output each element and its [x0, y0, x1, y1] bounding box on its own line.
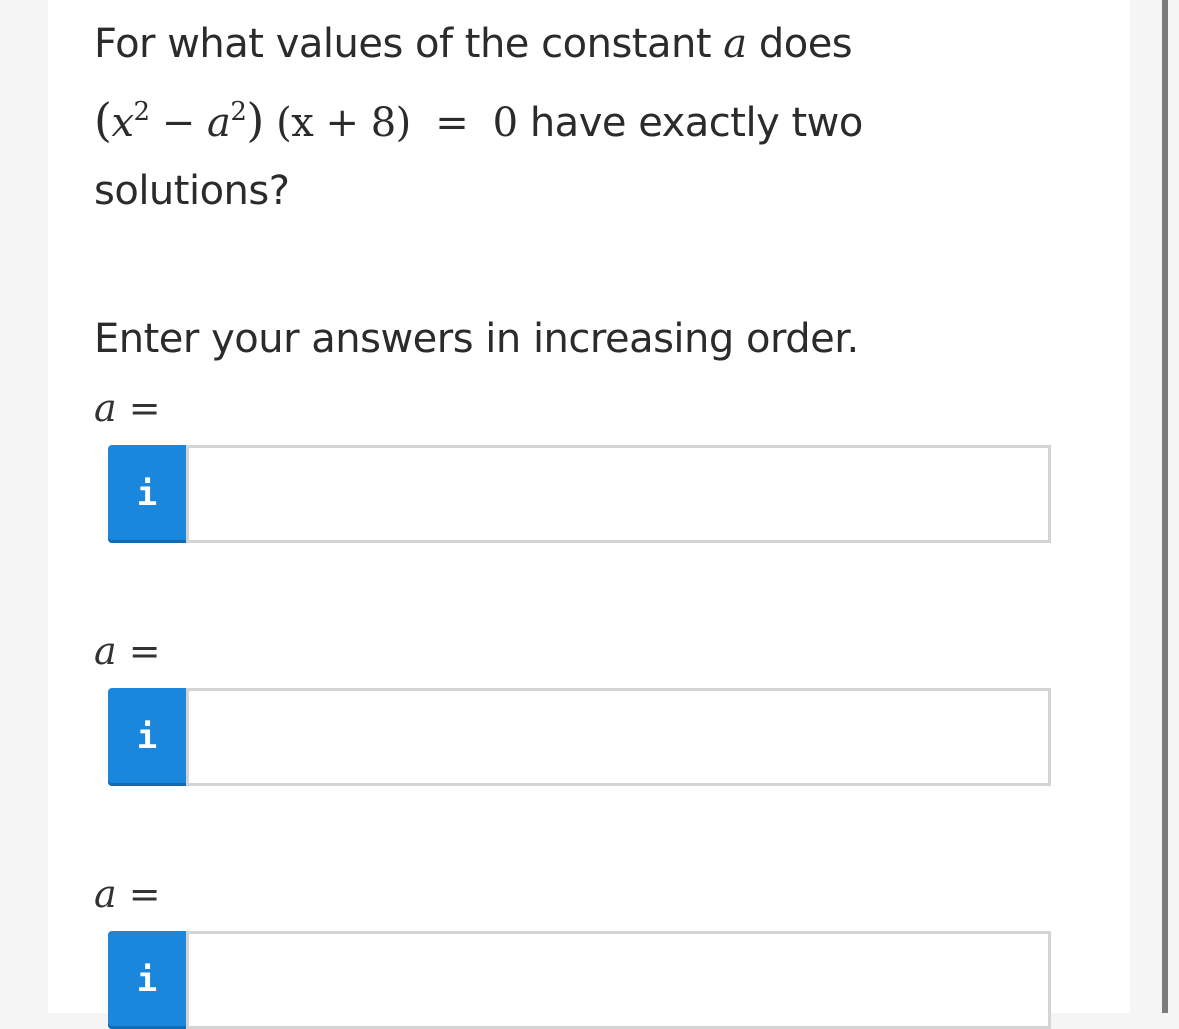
question-suffix: have exactly two — [529, 100, 864, 146]
equation-line: (x2 − a2) (x + 8) = 0 have exactly two — [94, 78, 994, 157]
info-icon[interactable]: i — [108, 931, 186, 1029]
question-prefix: For what values of the constant — [94, 21, 712, 67]
answer-label: a = — [94, 872, 161, 916]
info-icon[interactable]: i — [108, 445, 186, 543]
scrollbar[interactable] — [1162, 0, 1168, 1013]
answer-row: i — [108, 688, 1051, 786]
question-end: solutions? — [94, 168, 290, 214]
instruction-text: Enter your answers in increasing order. — [94, 316, 859, 362]
answer-label: a = — [94, 386, 161, 430]
question-panel: For what values of the constant a does (… — [48, 0, 1130, 1029]
question-text: For what values of the constant a does (… — [94, 10, 994, 225]
answer-row: i — [108, 931, 1051, 1029]
answer-label: a = — [94, 629, 161, 673]
answer-row: i — [108, 445, 1051, 543]
answer-input-2[interactable] — [186, 688, 1051, 786]
info-icon[interactable]: i — [108, 688, 186, 786]
variable-a: a — [723, 21, 747, 67]
answer-input-3[interactable] — [186, 931, 1051, 1029]
equation: (x2 − a2) (x + 8) = 0 — [94, 93, 518, 147]
answer-input-1[interactable] — [186, 445, 1051, 543]
question-does: does — [758, 21, 853, 67]
